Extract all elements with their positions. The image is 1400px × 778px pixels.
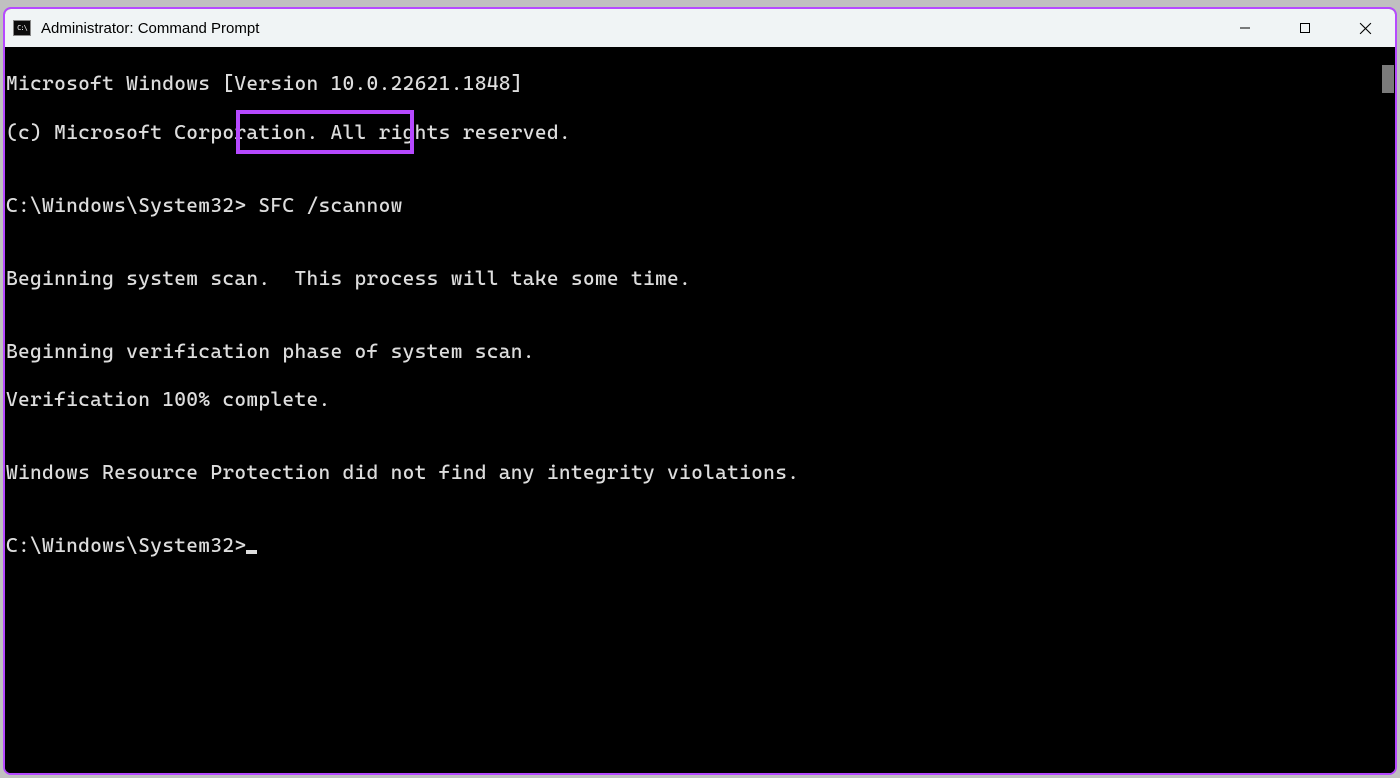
minimize-icon [1239,22,1251,34]
content-area: Microsoft Windows [Version 10.0.22621.18… [5,47,1395,773]
prompt-path: C:\Windows\System32> [6,533,246,557]
output-line: (c) Microsoft Corporation. All rights re… [6,120,1379,144]
output-line: Microsoft Windows [Version 10.0.22621.18… [6,71,1379,95]
scrollbar-thumb[interactable] [1382,65,1394,93]
output-line: Beginning verification phase of system s… [6,339,1379,363]
command-text: SFC /scannow [246,193,414,217]
prompt-line: C:\Windows\System32> SFC /scannow [6,193,1379,217]
prompt-line: C:\Windows\System32> [6,533,1379,557]
maximize-icon [1299,22,1311,34]
output-line: Beginning system scan. This process will… [6,266,1379,290]
titlebar[interactable]: C:\ Administrator: Command Prompt [5,9,1395,47]
prompt-path: C:\Windows\System32> [6,193,246,217]
output-line: Verification 100% complete. [6,387,1379,411]
window-title: Administrator: Command Prompt [41,20,259,37]
close-button[interactable] [1335,9,1395,47]
vertical-scrollbar[interactable] [1379,47,1395,773]
output-line: Windows Resource Protection did not find… [6,460,1379,484]
terminal-output[interactable]: Microsoft Windows [Version 10.0.22621.18… [5,47,1379,773]
close-icon [1359,22,1372,35]
minimize-button[interactable] [1215,9,1275,47]
cursor [246,550,257,554]
maximize-button[interactable] [1275,9,1335,47]
command-prompt-window: C:\ Administrator: Command Prompt Micros… [3,7,1397,775]
cmd-icon: C:\ [13,20,31,36]
window-controls [1215,9,1395,47]
